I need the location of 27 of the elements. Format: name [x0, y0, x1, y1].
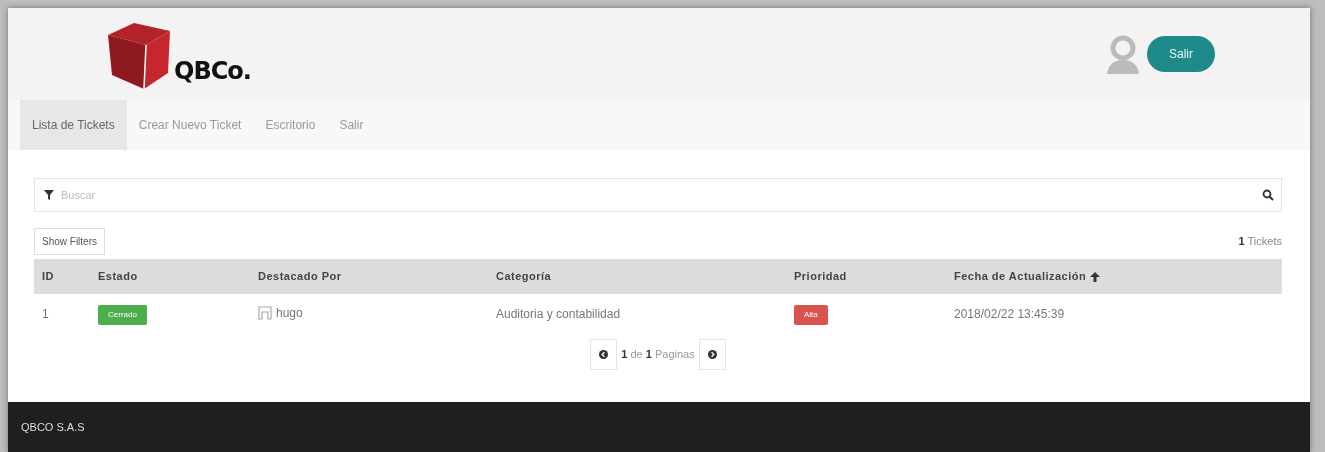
category-cell: Auditoria y contabilidad — [488, 293, 786, 335]
filter-icon — [44, 190, 54, 200]
column-header[interactable]: Destacado Por — [250, 259, 488, 294]
column-header[interactable]: Categoría — [488, 259, 786, 294]
next-icon — [707, 350, 717, 360]
nav-tab[interactable]: Lista de Tickets — [20, 100, 127, 150]
column-header[interactable]: Estado — [90, 259, 250, 294]
show-filters-button[interactable]: Show Filters — [34, 228, 105, 255]
date-cell: 2018/02/22 13:45:39 — [946, 293, 1282, 335]
search-icon — [1262, 189, 1274, 201]
user-name: hugo — [276, 304, 303, 322]
previous-icon — [599, 350, 609, 360]
previous-page-button[interactable] — [590, 338, 618, 370]
column-header[interactable]: Prioridad — [786, 259, 946, 294]
column-header[interactable]: Fecha de Actualización — [946, 259, 1282, 294]
page-indicator: 1 de 1 Paginas — [621, 346, 695, 362]
brand-name: QBCo. — [174, 56, 251, 87]
search-field[interactable]: Buscar — [34, 178, 1282, 212]
ticket-count: 1 Tickets — [1238, 234, 1282, 250]
next-page-button[interactable] — [698, 338, 726, 370]
id-cell: 1 — [34, 293, 90, 335]
priority-label: Alta — [794, 304, 828, 325]
footer-text: QBCO S.A.S — [21, 419, 85, 435]
status-label: Cerrado — [98, 304, 147, 325]
user-icon — [258, 305, 272, 320]
column-header[interactable]: ID — [34, 259, 90, 294]
logout-button[interactable]: Salir — [1147, 36, 1215, 72]
